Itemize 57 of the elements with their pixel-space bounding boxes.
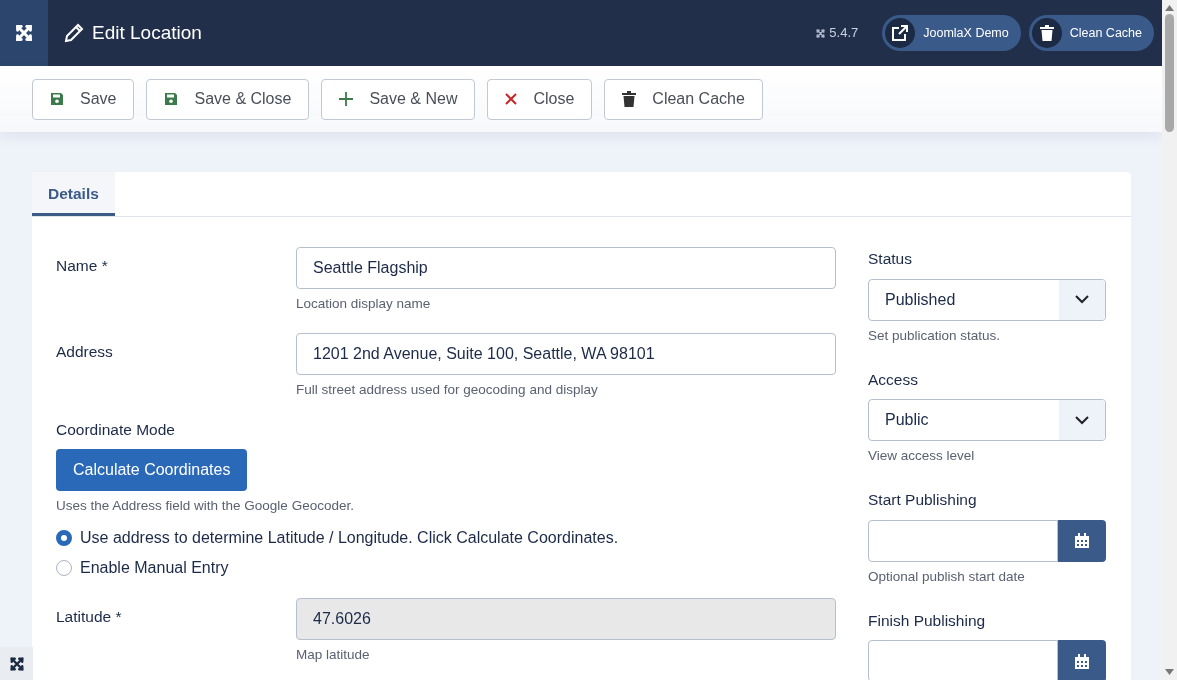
radio-button[interactable] <box>56 560 72 577</box>
field-label: Status <box>868 249 913 270</box>
radio-label: Use address to determine Latitude / Longitude. Click Calculate Coordinates. <box>80 528 619 549</box>
input-field[interactable]: 1201 2nd Avenue, Suite 100, Seattle, WA 98101 <box>296 332 836 375</box>
radio-label: Enable Manual Entry <box>80 558 229 579</box>
trash-icon <box>1039 25 1054 41</box>
site-link-button[interactable]: JoomlaX Demo <box>882 15 1021 51</box>
help-text: Set publication status. <box>868 326 1002 345</box>
version-label: 5.4.7 <box>829 24 859 43</box>
field-label: Coordinate Mode <box>56 419 176 440</box>
field-label: Latitude * <box>56 607 123 628</box>
calendar-button[interactable] <box>1058 640 1106 680</box>
toolbar-button[interactable]: Clean Cache <box>604 78 763 120</box>
help-text: Full street address used for geocoding and display <box>296 380 599 399</box>
help-text: Location display name <box>296 295 432 314</box>
scroll-thumb[interactable] <box>1165 14 1174 132</box>
field-label: Name * <box>56 256 109 277</box>
chevron-down-icon <box>1075 415 1089 425</box>
radio-button[interactable] <box>56 530 72 547</box>
select-field[interactable]: Public <box>868 399 1106 441</box>
field-label: Address <box>56 341 114 362</box>
logo-icon <box>815 27 827 39</box>
date-field[interactable] <box>868 519 1058 562</box>
input-field: 47.6026 <box>296 598 836 641</box>
field-label: Start Publishing <box>868 490 978 511</box>
calendar-icon <box>1075 653 1089 669</box>
help-text: Map latitude <box>296 646 371 665</box>
save-icon <box>50 92 64 106</box>
toolbar-button[interactable]: Close <box>487 78 593 120</box>
toolbar-button[interactable]: Save <box>32 78 135 120</box>
logo-button[interactable] <box>0 647 33 680</box>
field-label: Access <box>868 369 919 390</box>
calculate-button[interactable]: Calculate Coordinates <box>56 449 248 491</box>
scroll-up-icon[interactable] <box>1165 4 1174 12</box>
help-text: View access level <box>868 447 976 465</box>
chevron-down-icon <box>1075 295 1089 304</box>
input-field[interactable]: Seattle Flagship <box>296 247 836 290</box>
help-text: Optional publish start date <box>868 567 1026 586</box>
calendar-icon <box>1075 533 1089 548</box>
field-label: Finish Publishing <box>868 610 987 631</box>
plus-icon <box>339 92 354 106</box>
calendar-button[interactable] <box>1058 519 1106 562</box>
toolbar-button[interactable]: Save & New <box>321 78 476 120</box>
help-text: Uses the Address field with the Google Geocoder. <box>56 497 355 515</box>
logo-icon <box>13 22 35 44</box>
trash-icon <box>622 91 637 107</box>
save-icon <box>164 92 179 106</box>
select-field[interactable]: Published <box>868 278 1106 321</box>
toolbar-button[interactable]: Save & Close <box>146 78 310 120</box>
external-link-icon <box>892 25 909 41</box>
pencil-icon <box>64 23 84 43</box>
tab[interactable]: Details <box>32 172 115 217</box>
clean-cache-button[interactable]: Clean Cache <box>1028 15 1154 51</box>
close-icon <box>505 93 518 105</box>
scroll-down-icon[interactable] <box>1165 668 1174 676</box>
scrollbar[interactable] <box>1162 0 1177 680</box>
page-title: Edit Location <box>92 20 202 45</box>
